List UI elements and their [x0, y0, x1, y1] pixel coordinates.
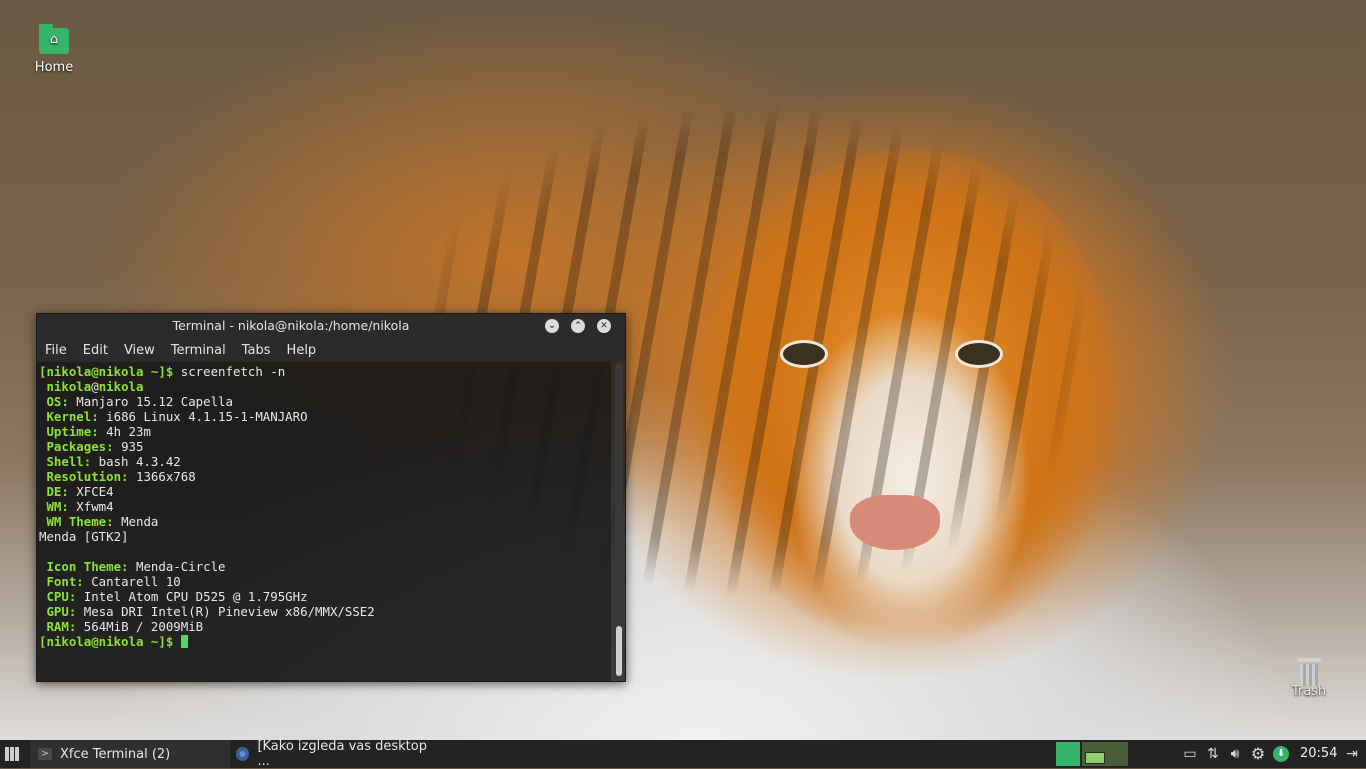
menu-tabs[interactable]: Tabs: [242, 343, 271, 358]
task-xfce-terminal[interactable]: > Xfce Terminal (2): [30, 740, 230, 768]
manjaro-logo-icon: [5, 747, 19, 761]
maximize-button[interactable]: ⌃: [571, 319, 585, 333]
terminal-output[interactable]: [nikola@nikola ~]$ screenfetch -n nikola…: [37, 362, 611, 681]
window-title: Terminal - nikola@nikola:/home/nikola: [172, 318, 410, 333]
desktop-icon-home[interactable]: ⌂ Home: [14, 24, 94, 75]
terminal-line: WM: Xfwm4: [39, 499, 114, 514]
terminal-line: ​: [39, 544, 609, 559]
trash-icon: [1297, 658, 1321, 686]
terminal-line: DE: XFCE4: [39, 484, 114, 499]
volume-icon[interactable]: 🔊︎: [1227, 746, 1243, 762]
chromium-icon: [236, 747, 250, 761]
desktop-icon-trash[interactable]: Trash: [1269, 658, 1349, 699]
terminal-line: Resolution: 1366x768: [39, 469, 196, 484]
clipboard-icon[interactable]: ▭: [1182, 746, 1198, 762]
terminal-line: Kernel: i686 Linux 4.1.15-1-MANJARO: [39, 409, 308, 424]
menu-terminal[interactable]: Terminal: [171, 343, 226, 358]
settings-gear-icon[interactable]: ⚙: [1250, 746, 1266, 762]
terminal-window[interactable]: Terminal - nikola@nikola:/home/nikola ⌄ …: [36, 313, 626, 682]
terminal-line: Icon Theme: Menda-Circle: [39, 559, 226, 574]
terminal-line: nikola@nikola: [39, 379, 144, 394]
scrollbar-thumb[interactable]: [616, 626, 622, 676]
terminal-prompt[interactable]: [nikola@nikola ~]$: [39, 634, 609, 649]
terminal-line: RAM: 564MiB / 2009MiB: [39, 619, 204, 634]
home-label: Home: [34, 60, 74, 75]
update-manager-icon[interactable]: ⬇: [1273, 746, 1289, 762]
tiger-eye-right: [955, 340, 1003, 368]
menu-file[interactable]: File: [45, 343, 67, 358]
terminal-menubar: File Edit View Terminal Tabs Help: [37, 338, 625, 362]
terminal-line: OS: Manjaro 15.12 Capella: [39, 394, 233, 409]
trash-label: Trash: [1291, 684, 1327, 699]
minimize-button[interactable]: ⌄: [545, 319, 559, 333]
workspace-1[interactable]: [1056, 742, 1080, 766]
close-button[interactable]: ✕: [597, 319, 611, 333]
menu-edit[interactable]: Edit: [83, 343, 108, 358]
terminal-line: [nikola@nikola ~]$ screenfetch -n: [39, 364, 286, 379]
app-menu-button[interactable]: [0, 740, 24, 768]
terminal-titlebar[interactable]: Terminal - nikola@nikola:/home/nikola ⌄ …: [37, 314, 625, 338]
home-folder-icon: ⌂: [39, 24, 69, 54]
task-label: Xfce Terminal (2): [60, 746, 171, 762]
menu-help[interactable]: Help: [287, 343, 317, 358]
task-browser[interactable]: [Kako izgleda vas desktop ...: [236, 739, 436, 769]
tiger-nose: [850, 495, 940, 550]
terminal-line: Font: Cantarell 10: [39, 574, 181, 589]
logout-icon[interactable]: ⇥: [1344, 746, 1360, 762]
vertical-scrollbar[interactable]: [615, 364, 623, 679]
clock[interactable]: 20:54: [1300, 746, 1337, 761]
network-icon[interactable]: ⇅: [1205, 746, 1221, 762]
terminal-line: Packages: 935: [39, 439, 144, 454]
menu-view[interactable]: View: [124, 343, 155, 358]
terminal-line: GPU: Mesa DRI Intel(R) Pineview x86/MMX/…: [39, 604, 375, 619]
taskbar: > Xfce Terminal (2) [Kako izgleda vas de…: [0, 739, 1366, 769]
terminal-line: Uptime: 4h 23m: [39, 424, 151, 439]
tiger-eye-left: [780, 340, 828, 368]
terminal-line: Shell: bash 4.3.42: [39, 454, 181, 469]
workspace-2[interactable]: [1082, 742, 1128, 766]
workspace-window-thumb: [1085, 752, 1105, 764]
text-cursor: [180, 635, 188, 648]
task-label: [Kako izgleda vas desktop ...: [257, 739, 427, 769]
terminal-line: Menda [GTK2]: [39, 529, 129, 544]
terminal-line: WM Theme: Menda: [39, 514, 159, 529]
terminal-line: CPU: Intel Atom CPU D525 @ 1.795GHz: [39, 589, 308, 604]
terminal-app-icon: >: [38, 748, 52, 760]
